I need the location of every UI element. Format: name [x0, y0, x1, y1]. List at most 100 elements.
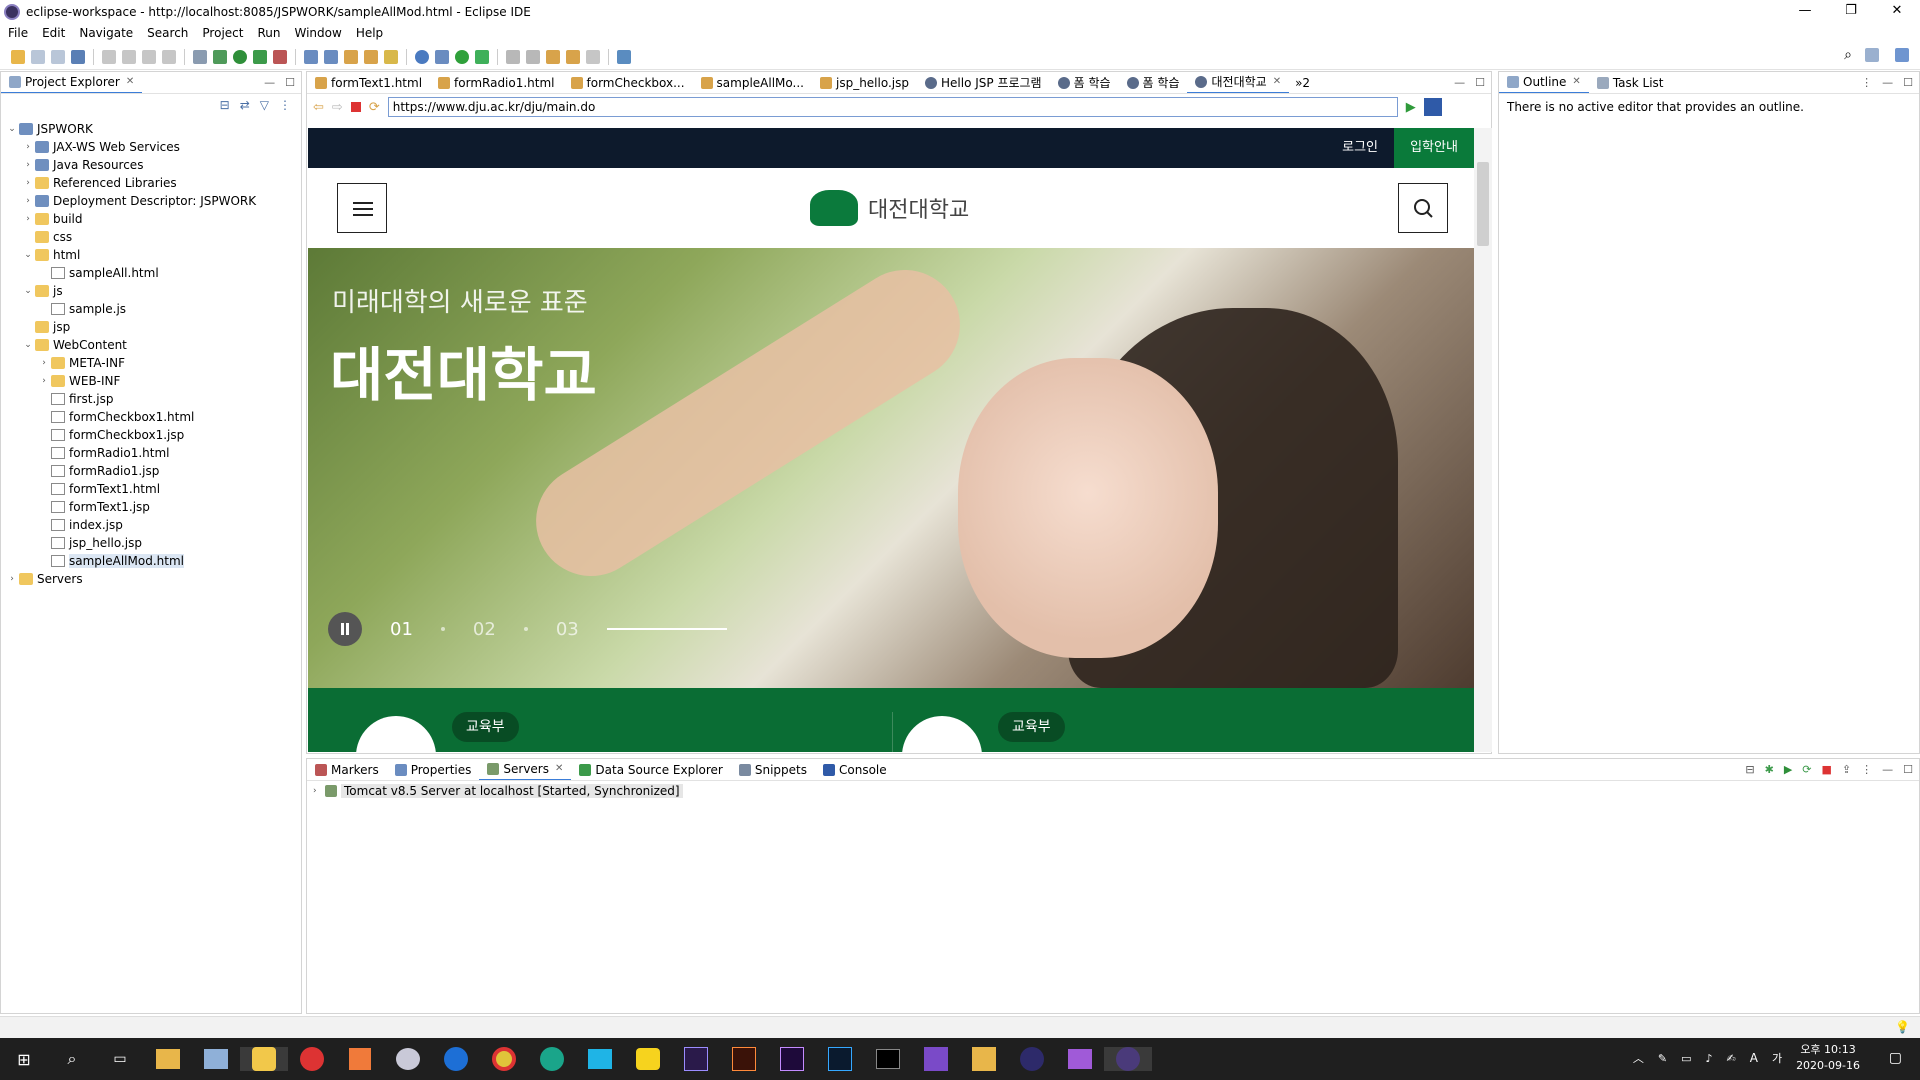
- new-icon[interactable]: [11, 49, 25, 64]
- tree-item[interactable]: ⌄ WebContent: [1, 336, 301, 354]
- close-icon[interactable]: ✕: [555, 763, 563, 774]
- web-scrollbar[interactable]: [1474, 128, 1492, 752]
- filter-icon[interactable]: ▽: [260, 98, 269, 112]
- terminal-icon[interactable]: [71, 49, 85, 64]
- browser-icon[interactable]: [415, 49, 429, 64]
- save-icon[interactable]: [31, 49, 45, 64]
- visual-studio-icon[interactable]: [924, 1047, 948, 1071]
- stop-icon[interactable]: [142, 49, 156, 64]
- open-perspective-icon[interactable]: [1865, 48, 1879, 62]
- file-explorer-icon[interactable]: [156, 1049, 180, 1069]
- notification-icon[interactable]: ▢: [1889, 1050, 1902, 1066]
- tree-item[interactable]: formRadio1.html: [1, 444, 301, 462]
- tab-data-source-explorer[interactable]: Data Source Explorer: [571, 759, 730, 780]
- green-square-icon[interactable]: [475, 49, 489, 64]
- photoshop-icon[interactable]: [828, 1047, 852, 1071]
- slide-01[interactable]: 01: [390, 619, 413, 640]
- expand-icon[interactable]: ›: [21, 178, 35, 188]
- minimize-button[interactable]: —: [1782, 0, 1828, 23]
- open-type-icon[interactable]: [324, 49, 338, 64]
- collapse-all-icon[interactable]: ⊟: [1745, 763, 1754, 776]
- collapse-icon[interactable]: ⌄: [5, 124, 19, 134]
- network-icon[interactable]: ▭: [1681, 1052, 1691, 1065]
- editor-tab[interactable]: formRadio1.html: [430, 72, 562, 93]
- internet-explorer-icon[interactable]: [444, 1047, 468, 1071]
- menu-navigate[interactable]: Navigate: [79, 26, 133, 40]
- resume-icon[interactable]: [102, 49, 116, 64]
- tab-servers[interactable]: Servers ✕: [479, 759, 572, 780]
- editor-tab[interactable]: Hello JSP 프로그램: [917, 72, 1050, 93]
- editor-tab[interactable]: sampleAllMo...: [693, 72, 812, 93]
- maximize-icon[interactable]: ☐: [1475, 76, 1485, 89]
- expand-icon[interactable]: ›: [21, 214, 35, 224]
- tree-item[interactable]: ⌄ html: [1, 246, 301, 264]
- menu-run[interactable]: Run: [257, 26, 280, 40]
- tree-item[interactable]: › META-INF: [1, 354, 301, 372]
- tree-item[interactable]: › Referenced Libraries: [1, 174, 301, 192]
- illustrator-icon[interactable]: [732, 1047, 756, 1071]
- tray-pen-icon[interactable]: ✎: [1658, 1052, 1667, 1065]
- volume-icon[interactable]: ♪: [1705, 1052, 1712, 1065]
- expand-icon[interactable]: ›: [313, 786, 325, 796]
- hamburger-menu-button[interactable]: [337, 183, 387, 233]
- minimize-icon[interactable]: —: [1454, 76, 1465, 89]
- tray-chevron-icon[interactable]: ︿: [1633, 1050, 1644, 1066]
- menu-help[interactable]: Help: [356, 26, 383, 40]
- minimize-icon[interactable]: —: [264, 76, 275, 89]
- green-circle-icon[interactable]: [455, 49, 469, 64]
- new-server-icon[interactable]: [304, 49, 318, 64]
- pause-button[interactable]: [328, 612, 362, 646]
- forward-icon[interactable]: [586, 49, 600, 64]
- tree-item[interactable]: › Deployment Descriptor: JSPWORK: [1, 192, 301, 210]
- tree-item[interactable]: sampleAllMod.html: [1, 552, 301, 570]
- publish-icon[interactable]: ⇪: [1842, 763, 1851, 776]
- tree-item[interactable]: first.jsp: [1, 390, 301, 408]
- profile-server-icon[interactable]: ⟳: [1802, 763, 1811, 776]
- close-icon[interactable]: ✕: [1572, 76, 1580, 87]
- tip-icon[interactable]: 💡: [1895, 1020, 1910, 1034]
- task-view-icon[interactable]: ▭: [96, 1051, 144, 1067]
- tab-task-list[interactable]: Task List: [1589, 72, 1672, 93]
- site-search-button[interactable]: [1398, 183, 1448, 233]
- menu-project[interactable]: Project: [202, 26, 243, 40]
- debug-icon[interactable]: [213, 49, 227, 64]
- collapse-icon[interactable]: ⌄: [21, 286, 35, 296]
- prev-annotation-icon[interactable]: [526, 49, 540, 64]
- admission-link[interactable]: 입학안내: [1394, 128, 1474, 168]
- link-editor-icon[interactable]: ⇄: [240, 98, 250, 112]
- external-tools-icon[interactable]: [273, 49, 287, 64]
- terminal-icon[interactable]: [876, 1049, 900, 1069]
- scroll-thumb[interactable]: [1477, 162, 1489, 246]
- tab-snippets[interactable]: Snippets: [731, 759, 815, 780]
- app-orange-icon[interactable]: [349, 1048, 371, 1070]
- tree-item[interactable]: formRadio1.jsp: [1, 462, 301, 480]
- kakaotalk-icon[interactable]: [636, 1048, 660, 1070]
- editor-tab[interactable]: formText1.html: [307, 72, 430, 93]
- search-tool-icon[interactable]: [384, 49, 398, 64]
- debug-server-icon[interactable]: ✱: [1765, 763, 1774, 776]
- editor-tab[interactable]: 폼 학습: [1050, 72, 1119, 93]
- tab-project-explorer[interactable]: Project Explorer ✕: [1, 72, 143, 93]
- tree-item[interactable]: formCheckbox1.html: [1, 408, 301, 426]
- input-language-icon[interactable]: A: [1750, 1051, 1758, 1065]
- close-icon[interactable]: ✕: [126, 76, 134, 87]
- tree-item[interactable]: sample.js: [1, 300, 301, 318]
- view-menu-icon[interactable]: ⋮: [1861, 76, 1872, 89]
- slide-02[interactable]: 02: [473, 619, 496, 640]
- menu-window[interactable]: Window: [294, 26, 341, 40]
- tree-item[interactable]: css: [1, 228, 301, 246]
- chrome-icon[interactable]: [492, 1047, 516, 1071]
- tab-console[interactable]: Console: [815, 759, 895, 780]
- menu-file[interactable]: File: [8, 26, 28, 40]
- close-button[interactable]: ✕: [1874, 0, 1920, 23]
- browser-menu-icon[interactable]: [1423, 98, 1442, 116]
- suspend-icon[interactable]: [122, 49, 136, 64]
- tree-item[interactable]: › WEB-INF: [1, 372, 301, 390]
- view-menu-icon[interactable]: ⋮: [1861, 763, 1872, 776]
- ink-icon[interactable]: ✍: [1727, 1052, 1736, 1065]
- tree-item[interactable]: jsp_hello.jsp: [1, 534, 301, 552]
- stop-icon[interactable]: [350, 102, 361, 112]
- maximize-button[interactable]: ❐: [1828, 0, 1874, 23]
- collapse-all-icon[interactable]: ⊟: [220, 98, 230, 112]
- ime-icon[interactable]: 가: [1772, 1050, 1782, 1066]
